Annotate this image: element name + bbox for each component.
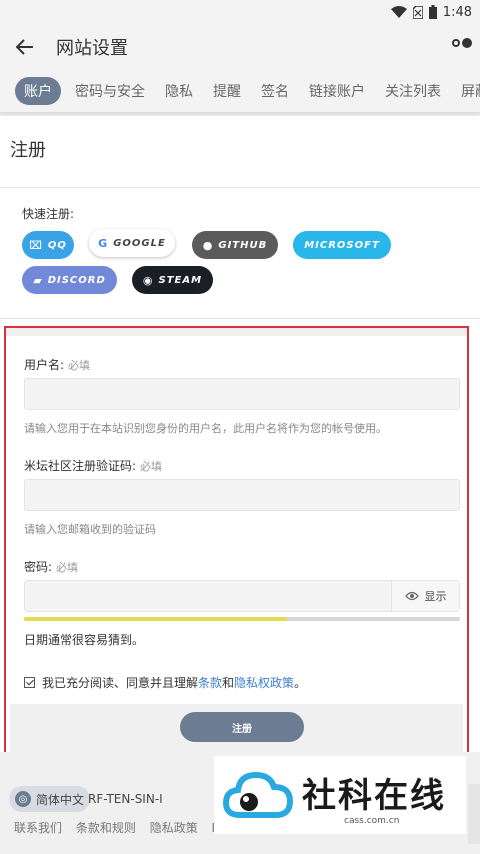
divider (0, 187, 480, 188)
battery-icon (428, 5, 437, 19)
verify-code-label: 米坛社区注册验证码: 必填 (24, 459, 163, 473)
back-button[interactable] (0, 24, 50, 70)
tab-account[interactable]: 账户 (15, 77, 61, 105)
google-icon: G (98, 236, 109, 250)
username-label: 用户名: 必填 (24, 358, 91, 372)
settings-tabs: 账户 密码与安全 隐私 提醒 签名 链接账户 关注列表 屏蔽 (0, 70, 480, 112)
no-sim-icon (412, 5, 423, 19)
footer-links: 联系我们 条款和规则 隐私政策 DM (14, 819, 241, 836)
verify-code-hint: 请输入您邮箱收到的验证码 (24, 523, 156, 536)
language-selector[interactable]: ◎ 简体中文 (9, 786, 91, 812)
eye-icon (404, 591, 419, 601)
register-title: 注册 (10, 140, 46, 161)
password-strength-text: 日期通常很容易猜到。 (24, 633, 145, 647)
password-label: 密码: 必填 (24, 560, 79, 574)
globe-icon: ◎ (15, 791, 31, 807)
privacy-link[interactable]: 隐私政策 (150, 821, 198, 835)
github-icon: ● (202, 238, 214, 252)
discord-login-button[interactable]: ▰ DISCORD (22, 266, 117, 294)
wifi-icon (390, 6, 407, 18)
steam-login-button[interactable]: ◉ STEAM (132, 266, 213, 294)
username-hint: 请输入您用于在本站识别您身份的用户名，此用户名将作为您的帐号使用。 (24, 422, 387, 435)
register-form: 用户名: 必填 请输入您用于在本站识别您身份的用户名，此用户名将作为您的帐号使用。… (4, 326, 469, 754)
page-title: 网站设置 (56, 38, 128, 59)
watermark-url: cass.com.cn (344, 816, 400, 826)
tab-ignore[interactable]: 屏蔽 (461, 81, 480, 101)
watermark-name: 社科在线 (302, 776, 446, 816)
divider (0, 318, 480, 319)
qq-icon: ⌧ (29, 238, 43, 252)
terms-rules-link[interactable]: 条款和规则 (76, 821, 136, 835)
terms-link[interactable]: 条款 (198, 674, 222, 691)
tab-linked-accounts[interactable]: 链接账户 (309, 81, 365, 101)
show-password-button[interactable]: 显示 (391, 581, 459, 611)
privacy-policy-link[interactable]: 隐私权政策 (234, 674, 294, 691)
agree-checkbox[interactable] (24, 677, 35, 688)
tab-following[interactable]: 关注列表 (385, 81, 441, 101)
verify-code-input[interactable] (24, 479, 460, 511)
status-time: 1:48 (442, 4, 472, 20)
password-strength-fill (24, 617, 286, 621)
form-top-band (6, 328, 467, 336)
cloud-logo-icon (222, 771, 294, 818)
tab-alerts[interactable]: 提醒 (213, 81, 241, 101)
tab-password-security[interactable]: 密码与安全 (75, 81, 145, 101)
tab-signature[interactable]: 签名 (261, 81, 289, 101)
app-bar: 网站设置 (0, 24, 480, 70)
password-field: 显示 (24, 580, 460, 612)
quick-register-label: 快速注册: (22, 207, 75, 221)
google-login-button[interactable]: G GOOGLE (89, 229, 175, 257)
contact-link[interactable]: 联系我们 (14, 821, 62, 835)
steam-icon: ◉ (142, 273, 154, 287)
more-options-icon[interactable] (452, 38, 472, 48)
username-input[interactable] (24, 378, 460, 410)
qq-login-button[interactable]: ⌧ QQ (22, 231, 74, 259)
discord-icon: ▰ (33, 273, 43, 287)
microsoft-login-button[interactable]: MICROSOFT (293, 231, 391, 259)
tab-privacy[interactable]: 隐私 (165, 81, 193, 101)
github-login-button[interactable]: ● GITHUB (192, 231, 278, 259)
status-bar: 1:48 (0, 0, 480, 24)
password-input[interactable] (25, 581, 391, 611)
side-badge (468, 784, 480, 844)
password-strength-meter (24, 617, 460, 621)
register-submit-button[interactable]: 注册 (180, 712, 304, 742)
watermark: 社科在线 cass.com.cn (214, 756, 466, 834)
arrow-left-icon (16, 39, 33, 55)
agree-row: 我已充分阅读、同意并且理解 条款和隐私权政策。 (24, 674, 306, 691)
footer-code: RF-TEN-SIN-I (88, 792, 163, 806)
